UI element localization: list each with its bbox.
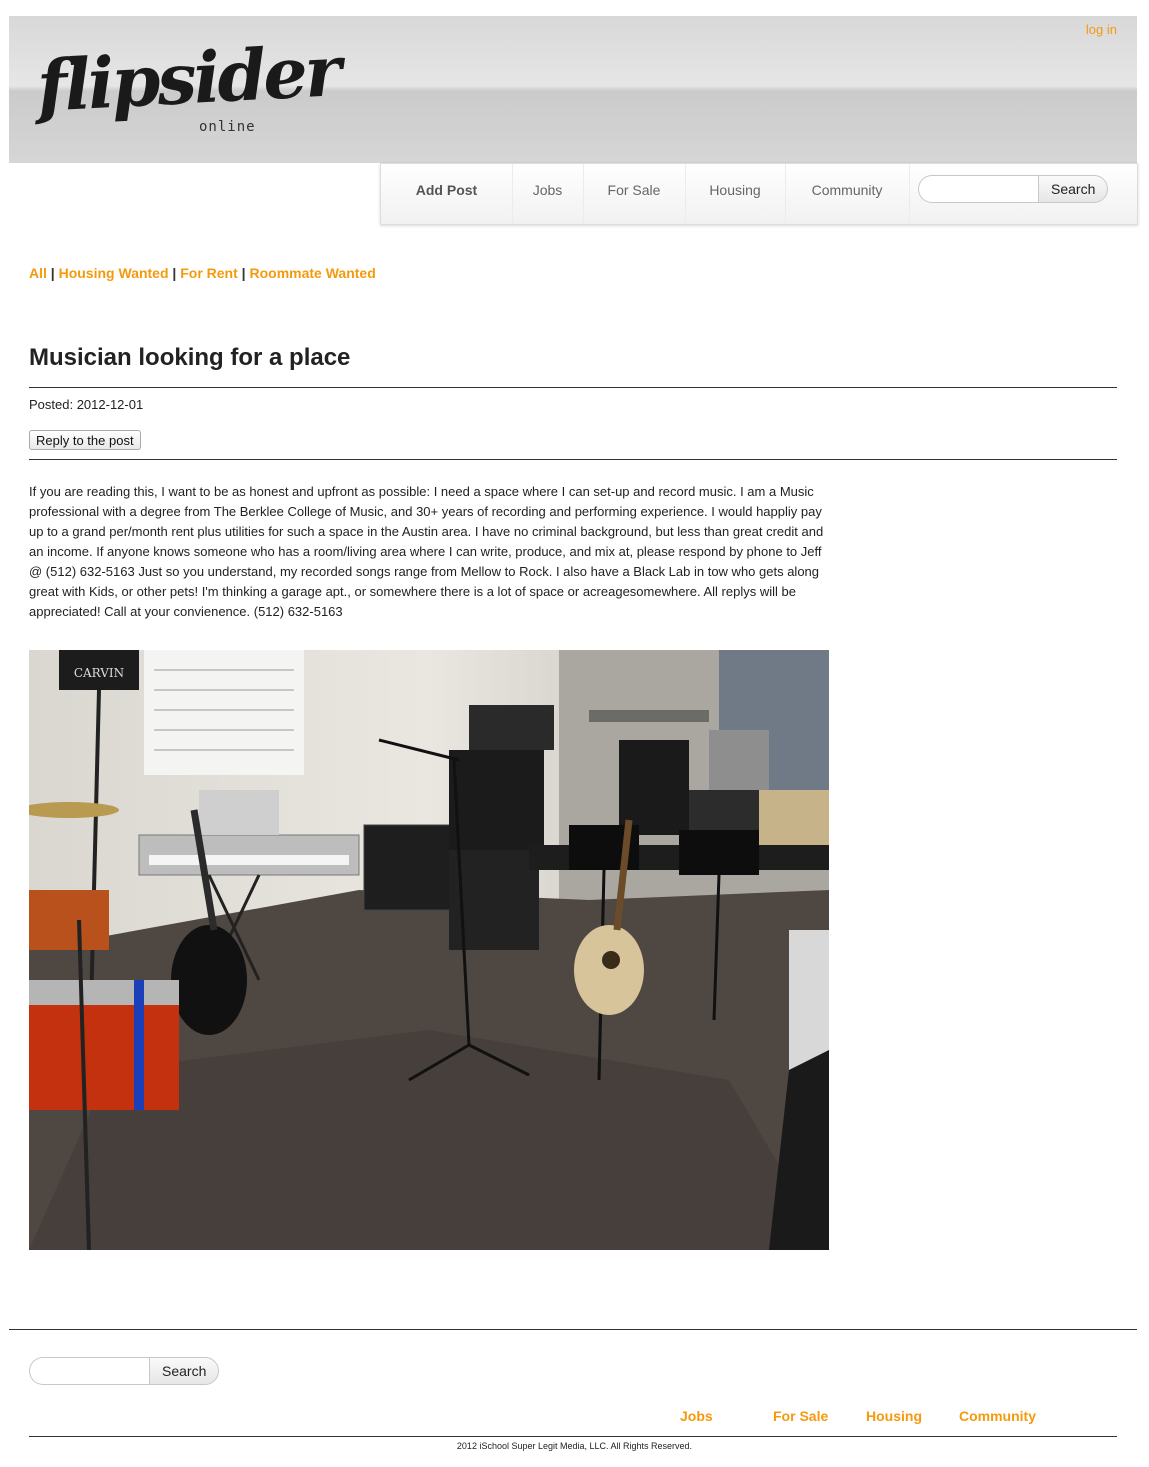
filter-separator: | [50,265,55,281]
copyright-divider [29,1436,1117,1437]
meta-divider [29,459,1117,460]
main-nav: Add Post Jobs For Sale Housing Community… [380,163,1138,225]
nav-housing[interactable]: Housing [685,164,786,224]
reply-button[interactable]: Reply to the post [29,430,141,450]
copyright-text: 2012 iSchool Super Legit Media, LLC. All… [456,1441,693,1451]
photo-amp-brand: CARVIN [74,666,124,680]
site-header: flipsider online log in [9,16,1137,163]
post-title: Musician looking for a place [29,344,351,371]
filter-roommate-wanted[interactable]: Roommate Wanted [249,265,375,281]
footer-link-community[interactable]: Community [959,1408,1036,1424]
filter-all[interactable]: All [29,265,47,281]
footer-link-for-sale[interactable]: For Sale [773,1408,828,1424]
nav-jobs[interactable]: Jobs [512,164,584,224]
filter-for-rent[interactable]: For Rent [180,265,238,281]
post-date: Posted: 2012-12-01 [29,397,144,412]
site-logo[interactable]: flipsider online [35,29,341,135]
post-photo: CARVIN [29,650,829,1250]
header-search: Search [918,175,1109,203]
post-body: If you are reading this, I want to be as… [29,484,824,619]
filter-housing-wanted[interactable]: Housing Wanted [59,265,169,281]
header-search-input[interactable] [918,175,1038,203]
nav-add-post[interactable]: Add Post [381,164,513,224]
header-search-button[interactable]: Search [1038,175,1109,203]
nav-for-sale[interactable]: For Sale [583,164,686,224]
login-link[interactable]: log in [1086,22,1117,37]
category-filters: All | Housing Wanted | For Rent | Roomma… [29,265,376,281]
filter-separator: | [241,265,246,281]
footer-link-housing[interactable]: Housing [866,1408,922,1424]
footer-link-jobs[interactable]: Jobs [680,1408,713,1424]
filter-separator: | [172,265,177,281]
nav-community[interactable]: Community [785,164,910,224]
footer-search: Search [29,1357,220,1385]
logo-subtext: online [199,119,256,135]
footer-search-input[interactable] [29,1357,149,1385]
footer-divider [9,1329,1137,1330]
logo-text: flipsider [35,29,341,128]
footer-search-button[interactable]: Search [149,1357,220,1385]
title-divider [29,387,1117,388]
